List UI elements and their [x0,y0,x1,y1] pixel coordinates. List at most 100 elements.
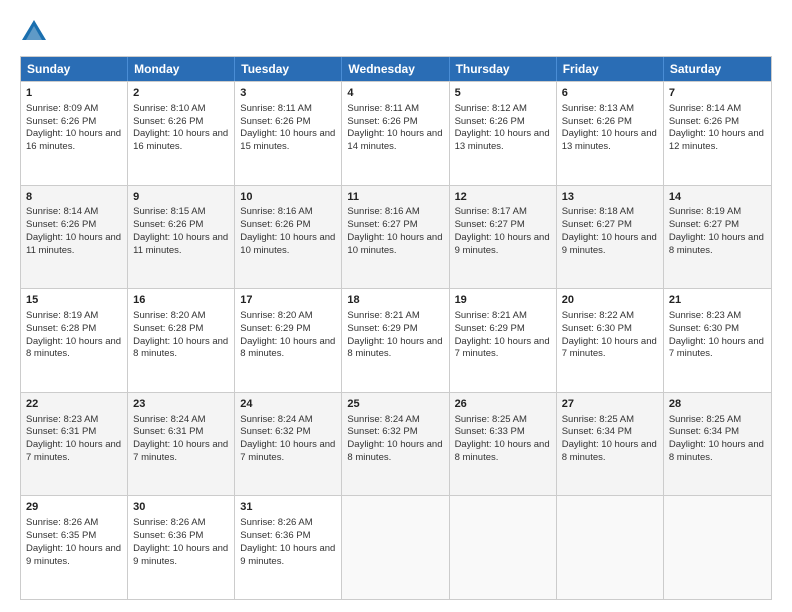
day-info: Sunrise: 8:16 AMSunset: 6:26 PMDaylight:… [240,206,335,255]
day-info: Sunrise: 8:16 AMSunset: 6:27 PMDaylight:… [347,206,442,255]
day-info: Sunrise: 8:10 AMSunset: 6:26 PMDaylight:… [133,103,228,152]
day-info: Sunrise: 8:22 AMSunset: 6:30 PMDaylight:… [562,310,657,359]
day-cell-9: 9Sunrise: 8:15 AMSunset: 6:26 PMDaylight… [128,186,235,289]
day-info: Sunrise: 8:12 AMSunset: 6:26 PMDaylight:… [455,103,550,152]
day-cell-28: 28Sunrise: 8:25 AMSunset: 6:34 PMDayligh… [664,393,771,496]
day-cell-30: 30 Sunrise: 8:26 AMSunset: 6:36 PMDayligh… [128,496,235,599]
day-info: Sunrise: 8:24 AMSunset: 6:32 PMDaylight:… [240,414,335,463]
day-cell-4: 4 Sunrise: 8:11 AMSunset: 6:26 PMDaylight… [342,82,449,185]
day-number: 8 [26,190,122,205]
header-day-saturday: Saturday [664,57,771,81]
day-info: Sunrise: 8:25 AMSunset: 6:34 PMDaylight:… [562,414,657,463]
logo-icon [20,18,48,46]
day-cell-17: 17Sunrise: 8:20 AMSunset: 6:29 PMDayligh… [235,289,342,392]
day-cell-13: 13Sunrise: 8:18 AMSunset: 6:27 PMDayligh… [557,186,664,289]
page: SundayMondayTuesdayWednesdayThursdayFrid… [0,0,792,612]
day-number: 5 [455,86,551,101]
day-number: 11 [347,190,443,205]
day-number: 10 [240,190,336,205]
day-number: 12 [455,190,551,205]
day-number: 21 [669,293,766,308]
day-cell-2: 2 Sunrise: 8:10 AMSunset: 6:26 PMDaylight… [128,82,235,185]
calendar-row-3: 15 Sunrise: 8:19 AMSunset: 6:28 PMDayligh… [21,288,771,392]
day-number: 3 [240,86,336,101]
empty-cell [450,496,557,599]
day-number: 25 [347,397,443,412]
day-cell-20: 20 Sunrise: 8:22 AMSunset: 6:30 PMDayligh… [557,289,664,392]
day-cell-7: 7Sunrise: 8:14 AMSunset: 6:26 PMDaylight… [664,82,771,185]
day-number: 9 [133,190,229,205]
day-cell-5: 5 Sunrise: 8:12 AMSunset: 6:26 PMDaylight… [450,82,557,185]
calendar-body: 1Sunrise: 8:09 AMSunset: 6:26 PMDaylight… [21,81,771,599]
day-info: Sunrise: 8:25 AMSunset: 6:34 PMDaylight:… [669,414,764,463]
day-cell-8: 8Sunrise: 8:14 AMSunset: 6:26 PMDaylight… [21,186,128,289]
day-number: 19 [455,293,551,308]
header-day-tuesday: Tuesday [235,57,342,81]
day-info: Sunrise: 8:17 AMSunset: 6:27 PMDaylight:… [455,206,550,255]
day-number: 13 [562,190,658,205]
day-cell-10: 10Sunrise: 8:16 AMSunset: 6:26 PMDayligh… [235,186,342,289]
calendar-row-1: 1Sunrise: 8:09 AMSunset: 6:26 PMDaylight… [21,81,771,185]
day-number: 2 [133,86,229,101]
day-number: 29 [26,500,122,515]
day-info: Sunrise: 8:13 AMSunset: 6:26 PMDaylight:… [562,103,657,152]
day-number: 4 [347,86,443,101]
day-info: Sunrise: 8:20 AMSunset: 6:28 PMDaylight:… [133,310,228,359]
day-info: Sunrise: 8:19 AMSunset: 6:28 PMDaylight:… [26,310,121,359]
header-day-friday: Friday [557,57,664,81]
day-number: 14 [669,190,766,205]
day-info: Sunrise: 8:21 AMSunset: 6:29 PMDaylight:… [347,310,442,359]
header-day-monday: Monday [128,57,235,81]
day-info: Sunrise: 8:23 AMSunset: 6:31 PMDaylight:… [26,414,121,463]
day-number: 31 [240,500,336,515]
day-cell-11: 11Sunrise: 8:16 AMSunset: 6:27 PMDayligh… [342,186,449,289]
calendar: SundayMondayTuesdayWednesdayThursdayFrid… [20,56,772,600]
day-cell-23: 23 Sunrise: 8:24 AMSunset: 6:31 PMDayligh… [128,393,235,496]
day-cell-16: 16 Sunrise: 8:20 AMSunset: 6:28 PMDayligh… [128,289,235,392]
day-number: 18 [347,293,443,308]
day-number: 23 [133,397,229,412]
day-number: 22 [26,397,122,412]
logo [20,18,52,46]
day-cell-22: 22 Sunrise: 8:23 AMSunset: 6:31 PMDayligh… [21,393,128,496]
day-cell-18: 18 Sunrise: 8:21 AMSunset: 6:29 PMDayligh… [342,289,449,392]
day-info: Sunrise: 8:23 AMSunset: 6:30 PMDaylight:… [669,310,764,359]
day-info: Sunrise: 8:26 AMSunset: 6:36 PMDaylight:… [133,517,228,566]
day-cell-29: 29 Sunrise: 8:26 AMSunset: 6:35 PMDayligh… [21,496,128,599]
day-info: Sunrise: 8:21 AMSunset: 6:29 PMDaylight:… [455,310,550,359]
calendar-row-5: 29 Sunrise: 8:26 AMSunset: 6:35 PMDayligh… [21,495,771,599]
day-info: Sunrise: 8:14 AMSunset: 6:26 PMDaylight:… [26,206,121,255]
day-info: Sunrise: 8:15 AMSunset: 6:26 PMDaylight:… [133,206,228,255]
calendar-row-2: 8Sunrise: 8:14 AMSunset: 6:26 PMDaylight… [21,185,771,289]
day-number: 1 [26,86,122,101]
day-cell-19: 19 Sunrise: 8:21 AMSunset: 6:29 PMDayligh… [450,289,557,392]
day-cell-12: 12Sunrise: 8:17 AMSunset: 6:27 PMDayligh… [450,186,557,289]
day-number: 6 [562,86,658,101]
day-number: 15 [26,293,122,308]
day-cell-25: 25 Sunrise: 8:24 AMSunset: 6:32 PMDayligh… [342,393,449,496]
day-cell-15: 15 Sunrise: 8:19 AMSunset: 6:28 PMDayligh… [21,289,128,392]
calendar-header: SundayMondayTuesdayWednesdayThursdayFrid… [21,57,771,81]
day-info: Sunrise: 8:14 AMSunset: 6:26 PMDaylight:… [669,103,764,152]
header-day-sunday: Sunday [21,57,128,81]
day-cell-14: 14Sunrise: 8:19 AMSunset: 6:27 PMDayligh… [664,186,771,289]
day-cell-24: 24 Sunrise: 8:24 AMSunset: 6:32 PMDayligh… [235,393,342,496]
day-cell-26: 26Sunrise: 8:25 AMSunset: 6:33 PMDayligh… [450,393,557,496]
day-cell-6: 6 Sunrise: 8:13 AMSunset: 6:26 PMDaylight… [557,82,664,185]
day-info: Sunrise: 8:26 AMSunset: 6:35 PMDaylight:… [26,517,121,566]
day-number: 27 [562,397,658,412]
day-info: Sunrise: 8:19 AMSunset: 6:27 PMDaylight:… [669,206,764,255]
day-info: Sunrise: 8:26 AMSunset: 6:36 PMDaylight:… [240,517,335,566]
day-number: 20 [562,293,658,308]
day-number: 24 [240,397,336,412]
day-info: Sunrise: 8:24 AMSunset: 6:32 PMDaylight:… [347,414,442,463]
empty-cell [342,496,449,599]
day-number: 30 [133,500,229,515]
day-info: Sunrise: 8:11 AMSunset: 6:26 PMDaylight:… [240,103,335,152]
day-number: 17 [240,293,336,308]
day-cell-1: 1Sunrise: 8:09 AMSunset: 6:26 PMDaylight… [21,82,128,185]
calendar-row-4: 22 Sunrise: 8:23 AMSunset: 6:31 PMDayligh… [21,392,771,496]
day-info: Sunrise: 8:11 AMSunset: 6:26 PMDaylight:… [347,103,442,152]
day-info: Sunrise: 8:24 AMSunset: 6:31 PMDaylight:… [133,414,228,463]
day-number: 16 [133,293,229,308]
